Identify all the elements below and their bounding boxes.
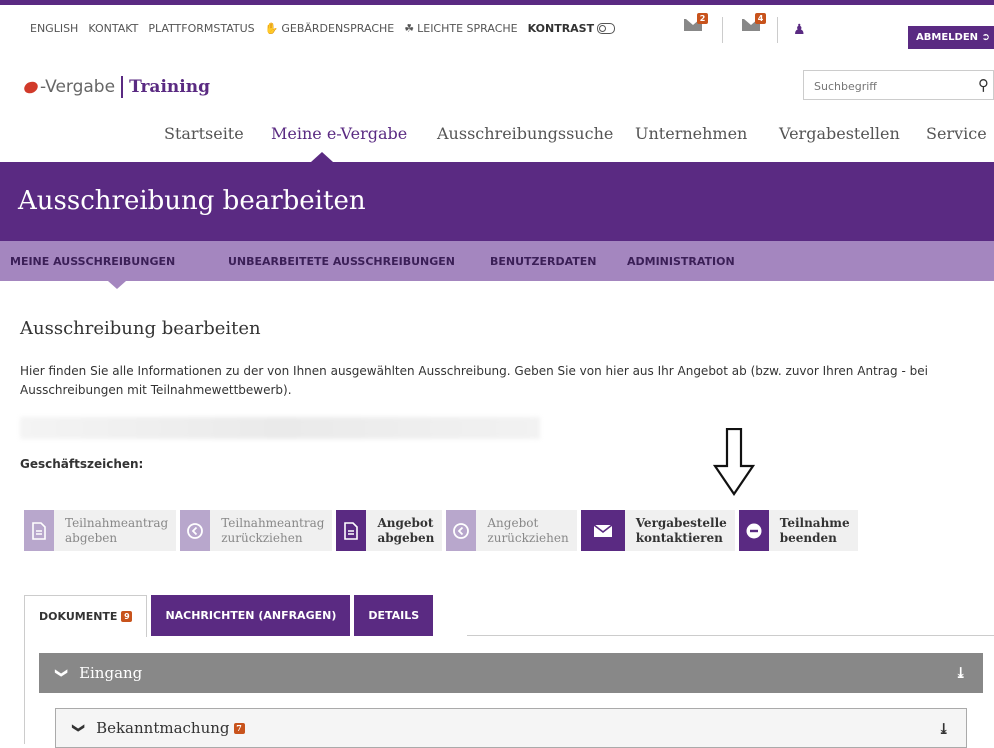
nav-unternehmen[interactable]: Unternehmen [635, 124, 747, 143]
geschaeftszeichen-label: Geschäftszeichen: [20, 457, 144, 471]
nav-startseite[interactable]: Startseite [164, 124, 244, 143]
minus-circle-icon [738, 510, 769, 551]
brand-name: -Vergabe [40, 77, 116, 97]
brand-product: Training [129, 77, 210, 97]
teilnahmeantrag-abgeben-button[interactable]: Teilnahmeantrag abgeben [24, 510, 177, 551]
inbox-count-badge-2: 4 [755, 13, 766, 24]
subnav-benutzerdaten[interactable]: BENUTZERDATEN [490, 255, 597, 268]
nav-service[interactable]: Service [926, 124, 987, 143]
subnav-active-pointer [108, 281, 126, 289]
accordion-bekanntmachung[interactable]: ❯ Bekanntmachung 7 ⤓ [55, 708, 967, 748]
accordion-eingang-label: Eingang [79, 664, 143, 682]
page-banner: Ausschreibung bearbeiten [0, 162, 994, 241]
nav-ausschreibungssuche[interactable]: Ausschreibungssuche [437, 124, 613, 143]
teilnahmeantrag-abgeben-label: Teilnahmeantrag abgeben [65, 515, 169, 545]
section-title: Ausschreibung bearbeiten [20, 318, 261, 339]
easy-language-icon: ☘ [404, 22, 415, 35]
envelope-icon [580, 510, 625, 551]
brand-logo[interactable]: -Vergabe Training [22, 76, 210, 98]
circle-arrow-left-icon [180, 510, 211, 551]
chevron-down-icon: ❯ [55, 667, 70, 679]
dokumente-count-badge: 9 [121, 611, 133, 622]
divider [722, 17, 723, 43]
document-icon [336, 510, 367, 551]
tab-dokumente-label: DOKUMENTE [39, 610, 118, 623]
search-icon[interactable]: ⚲ [978, 76, 989, 94]
vergabestelle-kontaktieren-label: Vergabestelle kontaktieren [635, 515, 727, 545]
angebot-zurueckziehen-button[interactable]: Angebot zurückziehen [446, 510, 577, 551]
chevron-down-icon: ❯ [72, 722, 87, 734]
document-icon [24, 510, 54, 551]
teilnahme-beenden-button[interactable]: Teilnahme beenden [738, 510, 858, 551]
redacted-info [20, 417, 540, 439]
action-bar: Teilnahmeantrag abgeben Teilnahmeantrag zu… [24, 510, 862, 551]
nav-active-pointer [311, 152, 333, 162]
user-icon[interactable]: ♟ [793, 22, 806, 38]
kontakt-link[interactable]: KONTAKT [88, 22, 138, 35]
inbox-button-1[interactable]: 2 [684, 13, 708, 31]
document-tabs: DOKUMENTE 9 NACHRICHTEN (ANFRAGEN) DETAIL… [24, 595, 437, 637]
kontrast-toggle[interactable]: KONTRAST [528, 22, 616, 35]
arrow-down-icon [713, 428, 755, 496]
leichte-sprache-label: LEICHTE SPRACHE [417, 22, 518, 35]
download-icon[interactable]: ⤓ [954, 664, 967, 682]
page-title: Ausschreibung bearbeiten [18, 186, 366, 216]
tab-dokumente[interactable]: DOKUMENTE 9 [24, 595, 148, 637]
logout-label: ABMELDEN [916, 32, 979, 43]
english-link[interactable]: ENGLISH [30, 22, 78, 35]
sub-navigation: MEINE AUSSCHREIBUNGEN UNBEARBEITETE AUSS… [0, 241, 994, 281]
e-logo-icon [22, 79, 40, 95]
vergabestelle-kontaktieren-button[interactable]: Vergabestelle kontaktieren [580, 510, 735, 551]
kontrast-label: KONTRAST [527, 22, 595, 35]
subnav-unbearbeitete[interactable]: UNBEARBEITETE AUSSCHREIBUNGEN [228, 255, 455, 268]
angebot-abgeben-button[interactable]: Angebot abgeben [336, 510, 443, 551]
gebaerdensprache-link[interactable]: ✋ GEBÄRDENSPRACHE [265, 22, 395, 35]
angebot-abgeben-label: Angebot abgeben [377, 515, 435, 545]
tab-nachrichten[interactable]: NACHRICHTEN (ANFRAGEN) [151, 595, 351, 636]
logout-icon: ➲ [981, 32, 990, 43]
circle-arrow-left-icon [446, 510, 477, 551]
nav-meine-e-vergabe[interactable]: Meine e-Vergabe [271, 124, 407, 143]
main-navigation: Startseite Meine e-Vergabe Ausschreibung… [0, 124, 994, 146]
logout-button[interactable]: ABMELDEN ➲ [908, 26, 994, 49]
inbox-button-2[interactable]: 4 [742, 13, 766, 31]
angebot-zurueckziehen-label: Angebot zurückziehen [487, 515, 569, 545]
accordion-eingang[interactable]: ❯ Eingang ⤓ [39, 653, 983, 693]
inbox-count-badge-1: 2 [697, 13, 708, 24]
teilnahmeantrag-zurueckziehen-label: Teilnahmeantrag zurückziehen [221, 515, 325, 545]
subnav-meine-ausschreibungen[interactable]: MEINE AUSSCHREIBUNGEN [10, 255, 175, 268]
accordion-bekanntmachung-label: Bekanntmachung [96, 719, 230, 737]
nav-vergabestellen[interactable]: Vergabestellen [779, 124, 900, 143]
teilnahmeantrag-zurueckziehen-button[interactable]: Teilnahmeantrag zurückziehen [180, 510, 333, 551]
download-icon[interactable]: ⤓ [937, 720, 950, 738]
brand-divider [121, 76, 124, 98]
bekanntmachung-count-badge: 7 [233, 722, 245, 734]
teilnahme-beenden-label: Teilnahme beenden [779, 515, 850, 545]
search-input[interactable] [804, 71, 966, 101]
leichte-sprache-link[interactable]: ☘ LEICHTE SPRACHE [404, 22, 517, 35]
gebaerdensprache-label: GEBÄRDENSPRACHE [281, 22, 395, 35]
top-utility-bar: ENGLISH KONTAKT PLATTFORMSTATUS ✋ GEBÄRDE… [0, 0, 994, 46]
intro-text: Hier finden Sie alle Informationen zu de… [20, 364, 928, 397]
sign-language-icon: ✋ [264, 22, 279, 35]
toggle-icon [597, 23, 616, 34]
subnav-administration[interactable]: ADMINISTRATION [627, 255, 735, 268]
tab-details[interactable]: DETAILS [354, 595, 434, 636]
plattformstatus-link[interactable]: PLATTFORMSTATUS [148, 22, 254, 35]
utility-links: ENGLISH KONTAKT PLATTFORMSTATUS ✋ GEBÄRDE… [30, 22, 616, 35]
search-box: ⚲ [803, 70, 994, 101]
divider [777, 17, 778, 43]
